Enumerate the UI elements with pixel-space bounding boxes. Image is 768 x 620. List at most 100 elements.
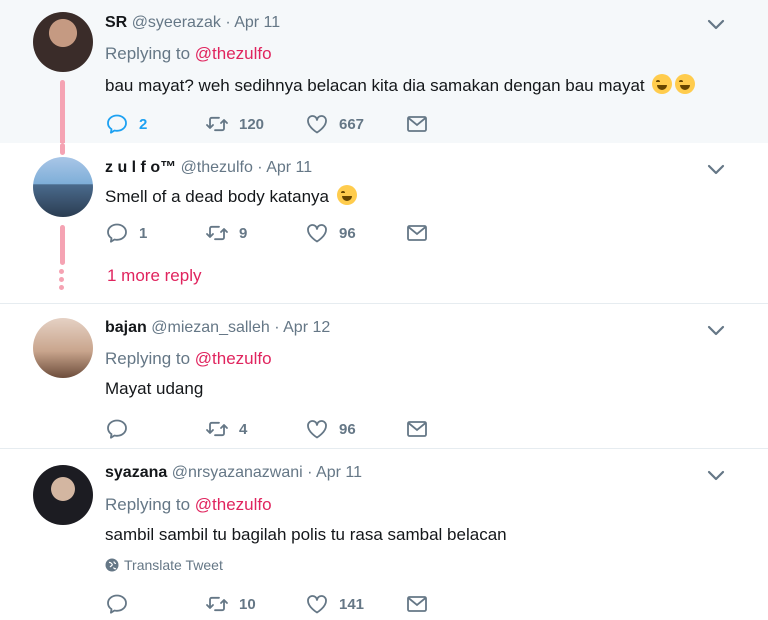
separator: · [307,464,313,481]
tweet-header: bajan @miezan_salleh · Apr 12 [105,319,330,337]
like-button[interactable]: 141 [305,592,364,616]
tweet-header: syazana @nrsyazanazwani · Apr 11 [105,464,362,482]
retweet-icon [205,221,229,245]
translate-tweet-link[interactable]: Translate Tweet [105,557,223,573]
face-with-tears-of-joy-emoji [675,74,696,94]
tweet-actions: 2 120 667 [105,112,445,136]
thread-line [60,80,65,150]
avatar[interactable] [33,12,93,72]
tweet[interactable]: SR @syeerazak · Apr 11 Replying to @thez… [0,0,768,150]
mention-link[interactable]: @thezulfo [195,349,272,368]
replying-to: Replying to @thezulfo [105,349,272,369]
mention-link[interactable]: @thezulfo [195,44,272,63]
reply-button[interactable] [105,592,139,616]
retweet-button[interactable]: 4 [205,417,247,441]
retweet-count: 120 [239,115,265,133]
tweet-text: sambil sambil tu bagilah polis tu rasa s… [105,525,507,544]
tweet-text-row: Smell of a dead body katanya [105,185,357,207]
tweet[interactable]: bajan @miezan_salleh · Apr 12 Replying t… [0,303,768,448]
reply-count: 2 [139,115,148,133]
retweet-count: 10 [239,595,256,613]
avatar[interactable] [33,465,93,525]
retweet-count: 4 [239,420,248,438]
direct-message-icon [405,221,429,245]
thread-dots [59,269,65,293]
display-name[interactable]: syazana [105,464,167,481]
like-icon [305,592,329,616]
display-name[interactable]: z u l f o™ [105,159,176,176]
tweet-text: Mayat udang [105,379,204,398]
like-count: 96 [339,224,356,242]
retweet-button[interactable]: 10 [205,592,256,616]
chevron-down-icon[interactable] [707,325,725,337]
retweet-icon [205,417,229,441]
direct-message-button[interactable] [405,221,429,245]
display-name[interactable]: bajan [105,319,147,336]
like-count: 96 [339,420,356,438]
thread-line [60,225,65,265]
face-with-tears-of-joy-emoji [652,74,673,94]
tweet[interactable]: syazana @nrsyazanazwani · Apr 11 Replyin… [0,448,768,620]
tweet-text: bau mayat? weh sedihnya belacan kita dia… [105,76,645,95]
translate-tweet-label: Translate Tweet [124,557,223,573]
direct-message-button[interactable] [405,112,429,136]
tweet-text-row: bau mayat? weh sedihnya belacan kita dia… [105,74,696,96]
tweet[interactable]: z u l f o™ @thezulfo · Apr 11 Smell of a… [0,143,768,303]
direct-message-icon [405,417,429,441]
chevron-down-icon[interactable] [707,470,725,482]
replying-to-label: Replying to [105,495,191,514]
chevron-down-icon[interactable] [707,164,725,176]
like-button[interactable]: 96 [305,221,356,245]
like-count: 141 [339,595,365,613]
tweet-header: z u l f o™ @thezulfo · Apr 11 [105,159,312,177]
reply-button[interactable] [105,417,139,441]
mention-link[interactable]: @thezulfo [195,495,272,514]
direct-message-button[interactable] [405,592,429,616]
separator: · [225,14,231,31]
avatar[interactable] [33,318,93,378]
tweet-date[interactable]: Apr 12 [283,319,330,336]
replying-to: Replying to @thezulfo [105,495,272,515]
like-button[interactable]: 667 [305,112,364,136]
separator: · [274,319,280,336]
direct-message-icon [405,112,429,136]
tweet-date[interactable]: Apr 11 [266,159,312,176]
tweet-text: Smell of a dead body katanya [105,187,329,206]
replying-to-label: Replying to [105,349,191,368]
reply-count: 1 [139,224,148,242]
user-handle[interactable]: @thezulfo [181,159,253,176]
globe-icon [105,558,119,572]
replying-to: Replying to @thezulfo [105,44,272,64]
tweet-actions: 1 9 96 [105,221,445,245]
reply-button[interactable]: 1 [105,221,147,245]
like-icon [305,221,329,245]
avatar[interactable] [33,157,93,217]
reply-icon [105,592,129,616]
retweet-count: 9 [239,224,248,242]
like-button[interactable]: 96 [305,417,356,441]
reply-button[interactable]: 2 [105,112,147,136]
chevron-down-icon[interactable] [707,19,725,31]
reply-icon [105,112,129,136]
separator: · [257,159,263,176]
tweet-actions: 10 141 [105,592,445,616]
replying-to-label: Replying to [105,44,191,63]
retweet-icon [205,592,229,616]
retweet-button[interactable]: 120 [205,112,264,136]
user-handle[interactable]: @nrsyazanazwani [172,464,303,481]
reply-icon [105,221,129,245]
display-name[interactable]: SR [105,14,127,31]
tweet-header: SR @syeerazak · Apr 11 [105,14,280,32]
more-replies-link[interactable]: 1 more reply [107,266,201,286]
user-handle[interactable]: @miezan_salleh [151,319,270,336]
like-count: 667 [339,115,365,133]
tweet-actions: 4 96 [105,417,445,441]
thread-line [60,143,65,155]
like-icon [305,417,329,441]
face-with-tears-of-joy-emoji [336,185,357,205]
user-handle[interactable]: @syeerazak [132,14,221,31]
tweet-date[interactable]: Apr 11 [316,464,362,481]
retweet-button[interactable]: 9 [205,221,247,245]
tweet-date[interactable]: Apr 11 [234,14,280,31]
direct-message-button[interactable] [405,417,429,441]
